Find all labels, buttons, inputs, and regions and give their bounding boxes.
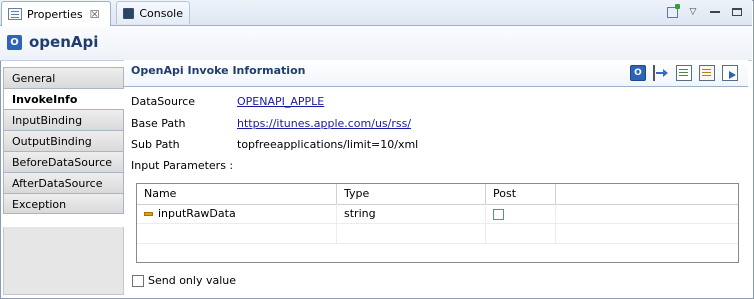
import-icon[interactable] xyxy=(653,65,669,81)
base-path-label: Base Path xyxy=(131,117,186,130)
column-header-name[interactable]: Name xyxy=(137,184,337,204)
sidebar-item-general[interactable]: General xyxy=(3,67,124,88)
document-icon[interactable] xyxy=(676,65,692,81)
sidebar-background xyxy=(3,227,124,295)
open-api-icon[interactable]: O xyxy=(630,65,646,81)
document-edit-icon[interactable] xyxy=(699,65,715,81)
base-path-link[interactable]: https://itunes.apple.com/us/rss/ xyxy=(237,116,411,132)
column-header-post[interactable]: Post xyxy=(486,184,556,204)
tab-console-label: Console xyxy=(139,6,183,20)
sub-path-label: Sub Path xyxy=(131,138,180,151)
sidebar-item-afterdatasource[interactable]: AfterDataSource xyxy=(3,172,124,193)
editor-title-bar: O openApi xyxy=(0,26,752,61)
section-header: OpenApi Invoke Information O xyxy=(124,60,748,87)
view-menu-icon[interactable]: ▽ xyxy=(686,5,700,19)
datasource-link[interactable]: OPENAPI_APPLE xyxy=(237,94,324,110)
sidebar-item-invokeinfo[interactable]: InvokeInfo xyxy=(3,88,124,109)
maximize-icon[interactable] xyxy=(730,5,744,19)
sidebar-item-exception[interactable]: Exception xyxy=(3,193,124,214)
pin-view-icon[interactable] xyxy=(667,3,680,18)
send-only-value-checkbox[interactable] xyxy=(132,274,144,287)
sidebar-item-outputbinding[interactable]: OutputBinding xyxy=(3,130,124,151)
column-header-type[interactable]: Type xyxy=(337,184,486,204)
run-icon[interactable] xyxy=(722,65,738,81)
sidebar-item-beforedatasource[interactable]: BeforeDataSource xyxy=(3,151,124,172)
view-tab-strip: Properties ☒ Console ▽ xyxy=(0,0,752,26)
sub-path-value: topfreeapplications/limit=10/xml xyxy=(237,138,419,151)
param-type-cell[interactable]: string xyxy=(337,204,486,223)
table-row-empty xyxy=(137,224,738,244)
table-row[interactable]: inputRawData string xyxy=(137,204,738,224)
sidebar: General InvokeInfo InputBinding OutputBi… xyxy=(3,67,124,214)
parameter-icon xyxy=(144,212,153,216)
sidebar-item-inputbinding[interactable]: InputBinding xyxy=(3,109,124,130)
section-title: OpenApi Invoke Information xyxy=(131,64,306,77)
minimize-icon[interactable] xyxy=(708,5,722,19)
close-icon[interactable]: ☒ xyxy=(90,8,100,21)
page-title: openApi xyxy=(29,33,99,51)
table-header: Name Type Post xyxy=(137,184,738,205)
section-toolbar: O xyxy=(630,65,738,81)
tab-properties-label: Properties xyxy=(27,7,83,21)
tab-properties[interactable]: Properties ☒ xyxy=(1,1,111,26)
datasource-label: DataSource xyxy=(131,95,196,108)
tab-console[interactable]: Console xyxy=(116,1,190,24)
properties-icon xyxy=(8,8,22,20)
input-parameters-table: Name Type Post inputRawData string xyxy=(136,183,739,263)
param-post-cell[interactable] xyxy=(486,204,556,223)
content-panel: OpenApi Invoke Information O DataSource … xyxy=(124,60,752,297)
post-checkbox[interactable] xyxy=(493,208,504,220)
input-parameters-label: Input Parameters : xyxy=(131,159,234,172)
view-toolbar: ▽ xyxy=(667,3,744,19)
send-only-value-option[interactable]: Send only value xyxy=(132,274,236,287)
send-only-value-label: Send only value xyxy=(148,274,237,287)
param-name: inputRawData xyxy=(158,207,236,220)
openapi-icon: O xyxy=(7,35,22,50)
param-name-cell[interactable]: inputRawData xyxy=(137,204,337,223)
console-icon xyxy=(123,7,135,19)
